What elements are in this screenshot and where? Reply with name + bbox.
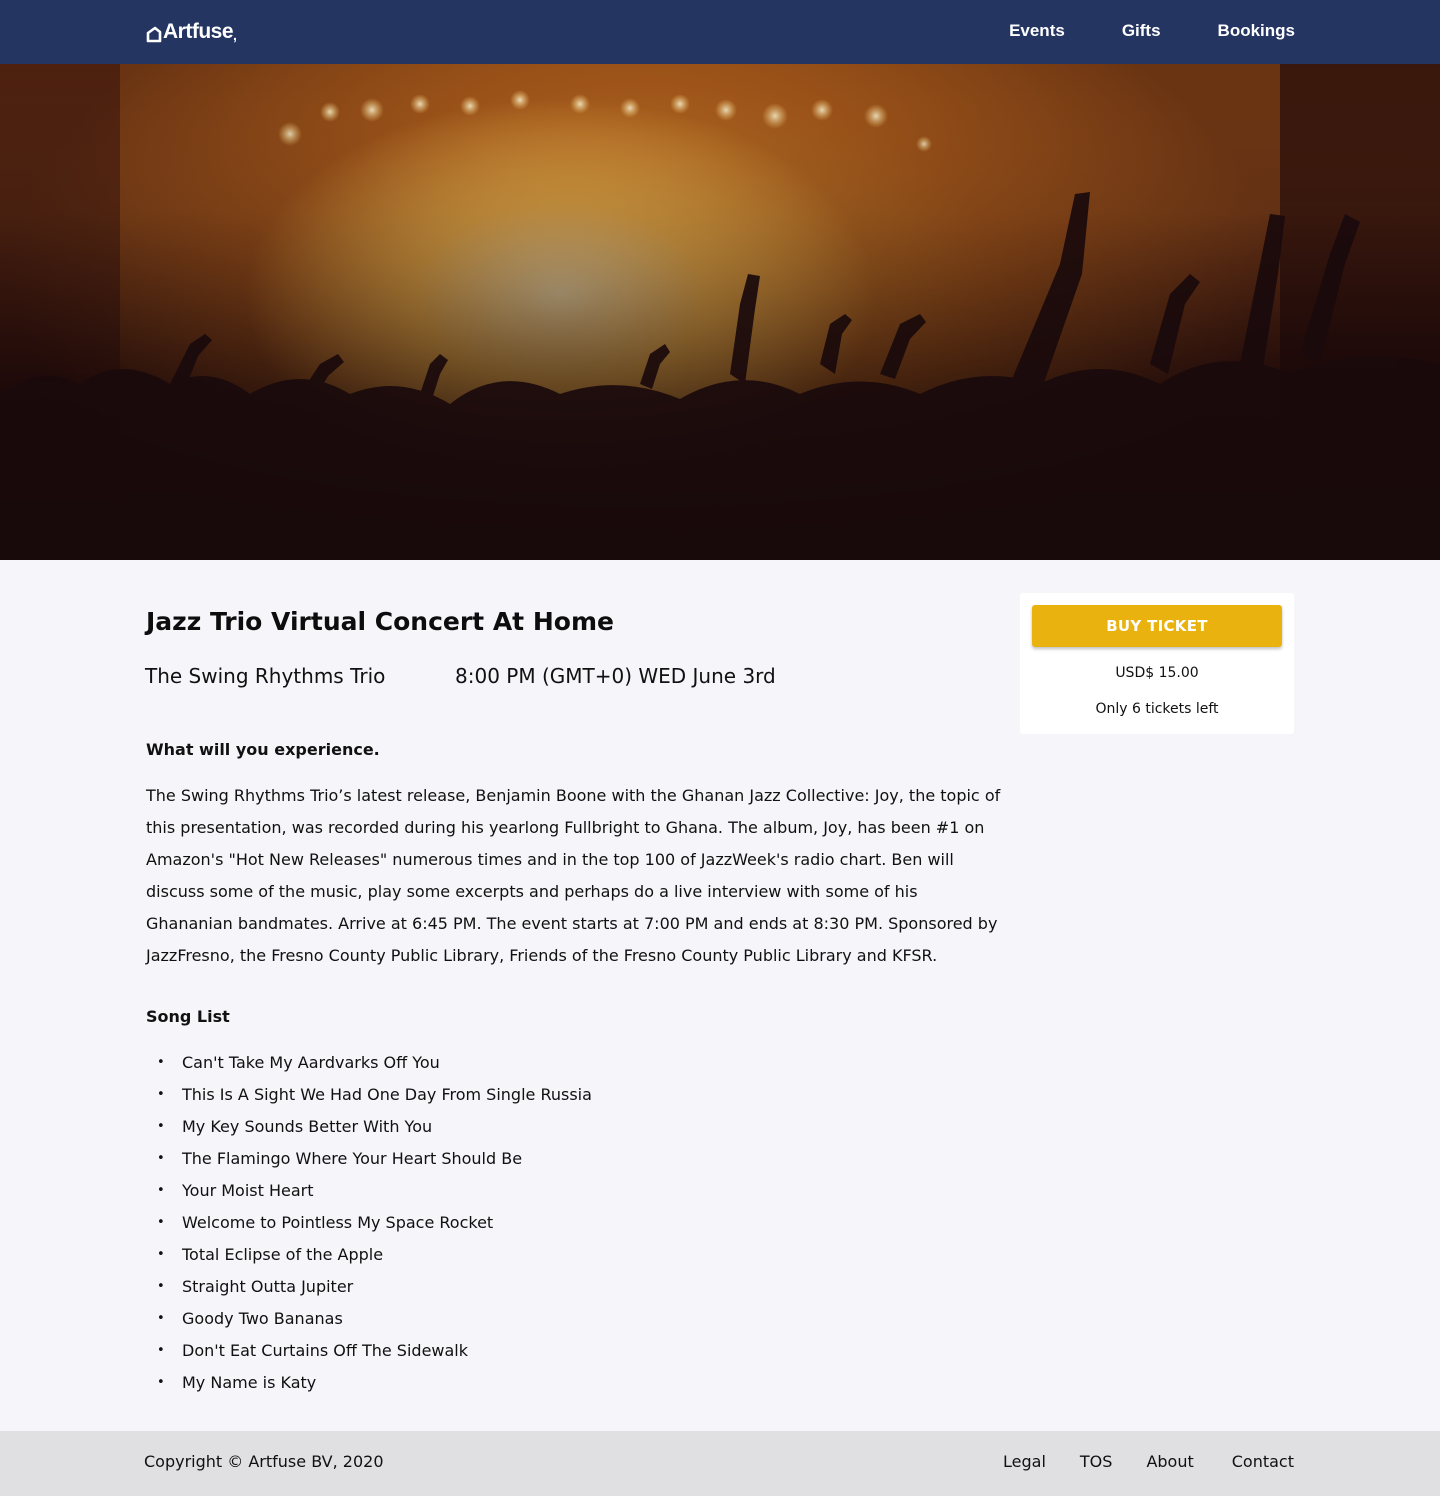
nav-link-bookings[interactable]: Bookings [1218,21,1295,41]
song-list-item: Don't Eat Curtains Off The Sidewalk [146,1335,592,1367]
nav-link-gifts[interactable]: Gifts [1122,21,1161,41]
song-list-item: My Name is Katy [146,1367,592,1399]
song-list-item: Welcome to Pointless My Space Rocket [146,1207,592,1239]
top-navigation-bar: Artfuse , Events Gifts Bookings [0,0,1440,64]
footer-link-tos[interactable]: TOS [1080,1452,1113,1471]
song-list-item: The Flamingo Where Your Heart Should Be [146,1143,592,1175]
main-nav: Events Gifts Bookings [952,21,1295,41]
footer-links: Legal TOS About Contact [969,1452,1294,1471]
song-list-item: Can't Take My Aardvarks Off You [146,1047,592,1079]
hero-concert-image [0,64,1440,560]
ticket-card: BUY TICKET USD$ 15.00 Only 6 tickets lef… [1020,593,1294,734]
song-list-item: Straight Outta Jupiter [146,1271,592,1303]
artfuse-logo[interactable]: Artfuse , [146,18,237,46]
event-datetime: 8:00 PM (GMT+0) WED June 3rd [455,664,776,688]
event-description: The Swing Rhythms Trio’s latest release,… [146,786,1001,965]
performer-name: The Swing Rhythms Trio [145,664,386,688]
nav-link-events[interactable]: Events [1009,21,1065,41]
song-list-heading: Song List [146,1007,230,1026]
footer-link-contact[interactable]: Contact [1232,1452,1294,1471]
song-list-item: My Key Sounds Better With You [146,1111,592,1143]
artfuse-house-logo-icon [146,26,162,43]
tickets-remaining: Only 6 tickets left [1095,701,1219,717]
buy-ticket-button[interactable]: BUY TICKET [1032,605,1282,647]
footer-link-about[interactable]: About [1146,1452,1193,1471]
concert-crowd-image [0,64,1440,560]
event-title: Jazz Trio Virtual Concert At Home [146,607,614,636]
logo-text: Artfuse [163,20,234,43]
footer: Copyright © Artfuse BV, 2020 Legal TOS A… [0,1431,1440,1496]
song-list-item: Total Eclipse of the Apple [146,1239,592,1271]
copyright-text: Copyright © Artfuse BV, 2020 [144,1452,384,1471]
ticket-price: USD$ 15.00 [1115,665,1199,681]
song-list-item: This Is A Sight We Had One Day From Sing… [146,1079,592,1111]
footer-link-legal[interactable]: Legal [1003,1452,1046,1471]
experience-heading: What will you experience. [146,740,380,759]
song-list-item: Goody Two Bananas [146,1303,592,1335]
song-list: Can't Take My Aardvarks Off You This Is … [146,1047,592,1399]
song-list-item: Your Moist Heart [146,1175,592,1207]
logo-swoosh: , [233,27,237,43]
